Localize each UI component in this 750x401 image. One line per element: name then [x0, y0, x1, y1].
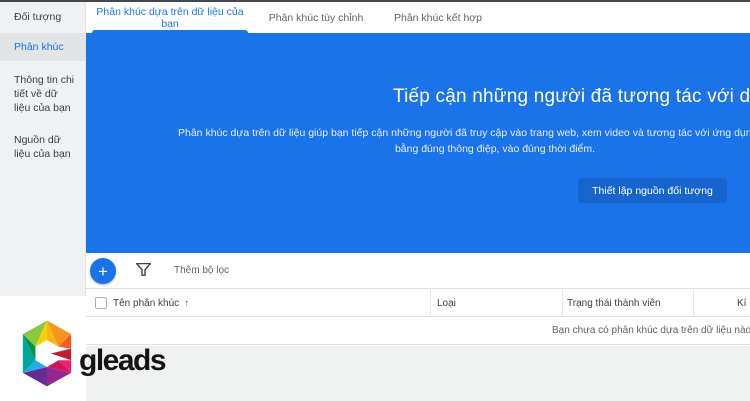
column-header-type[interactable]: Loại: [437, 289, 456, 318]
sort-ascending-icon: ↑: [184, 298, 190, 309]
promo-banner: Tiếp cận những người đã tương tác với do…: [86, 33, 750, 253]
left-sidebar: Đối tượng Phân khúc Thông tin chi tiết v…: [0, 2, 86, 296]
sidebar-item-data-sources[interactable]: Nguồn dữ liệu của bạn: [0, 127, 85, 167]
banner-title: Tiếp cận những người đã tương tác với do…: [393, 86, 750, 107]
column-divider: [693, 290, 694, 317]
table-header-row: Tên phân khúc ↑ Loại Trạng thái thành vi…: [86, 288, 750, 317]
tab-combined-segments[interactable]: Phân khúc kết hợp: [386, 2, 490, 33]
banner-description-line2: bằng đúng thông điệp, vào đúng thời điểm…: [394, 143, 596, 155]
select-all-checkbox[interactable]: [95, 297, 107, 309]
column-header-size[interactable]: Kí: [737, 289, 746, 318]
tab-data-based-segments[interactable]: Phân khúc dựa trên dữ liệu của bạn: [92, 2, 248, 33]
setup-audience-source-button[interactable]: Thiết lập nguồn đối tượng: [578, 178, 727, 203]
column-divider: [430, 290, 431, 317]
funnel-icon[interactable]: [136, 263, 151, 276]
segments-toolbar: + Thêm bộ lọc: [86, 253, 750, 288]
empty-state-message: Bạn chưa có phân khúc dựa trên dữ liệu n…: [552, 325, 750, 336]
gleads-logo-text: gleads: [79, 343, 167, 377]
column-divider: [562, 290, 563, 317]
tab-custom-segments[interactable]: Phân khúc tùy chỉnh: [262, 2, 370, 33]
tab-label: Phân khúc dựa trên dữ liệu của bạn: [96, 5, 244, 30]
tab-label: Phân khúc kết hợp: [393, 11, 483, 24]
banner-description-line1: Phân khúc dựa trên dữ liệu giúp bạn tiếp…: [178, 127, 750, 139]
add-segment-button[interactable]: +: [90, 258, 116, 284]
sidebar-item-segments[interactable]: Phân khúc: [0, 33, 85, 61]
gleads-watermark: gleads: [18, 318, 167, 389]
add-filter-button[interactable]: Thêm bộ lọc: [174, 253, 229, 288]
table-empty-row: Bạn chưa có phân khúc dựa trên dữ liệu n…: [86, 317, 750, 345]
column-header-segment-name[interactable]: Tên phân khúc ↑: [113, 289, 189, 318]
sidebar-item-data-insights[interactable]: Thông tin chi tiết về dữ liệu của bạn: [0, 67, 85, 121]
column-label: Tên phân khúc: [113, 298, 180, 309]
sidebar-section-audience[interactable]: Đối tượng: [0, 2, 85, 33]
column-header-membership-status[interactable]: Trạng thái thành viên: [567, 289, 661, 318]
gleads-logo-icon: [22, 320, 72, 387]
window-top-edge: [0, 0, 750, 2]
page-background: [86, 346, 750, 401]
tab-label: Phân khúc tùy chỉnh: [268, 11, 364, 24]
tab-bar: Phân khúc dựa trên dữ liệu của bạn Phân …: [86, 2, 750, 33]
active-tab-underline: [92, 30, 248, 33]
